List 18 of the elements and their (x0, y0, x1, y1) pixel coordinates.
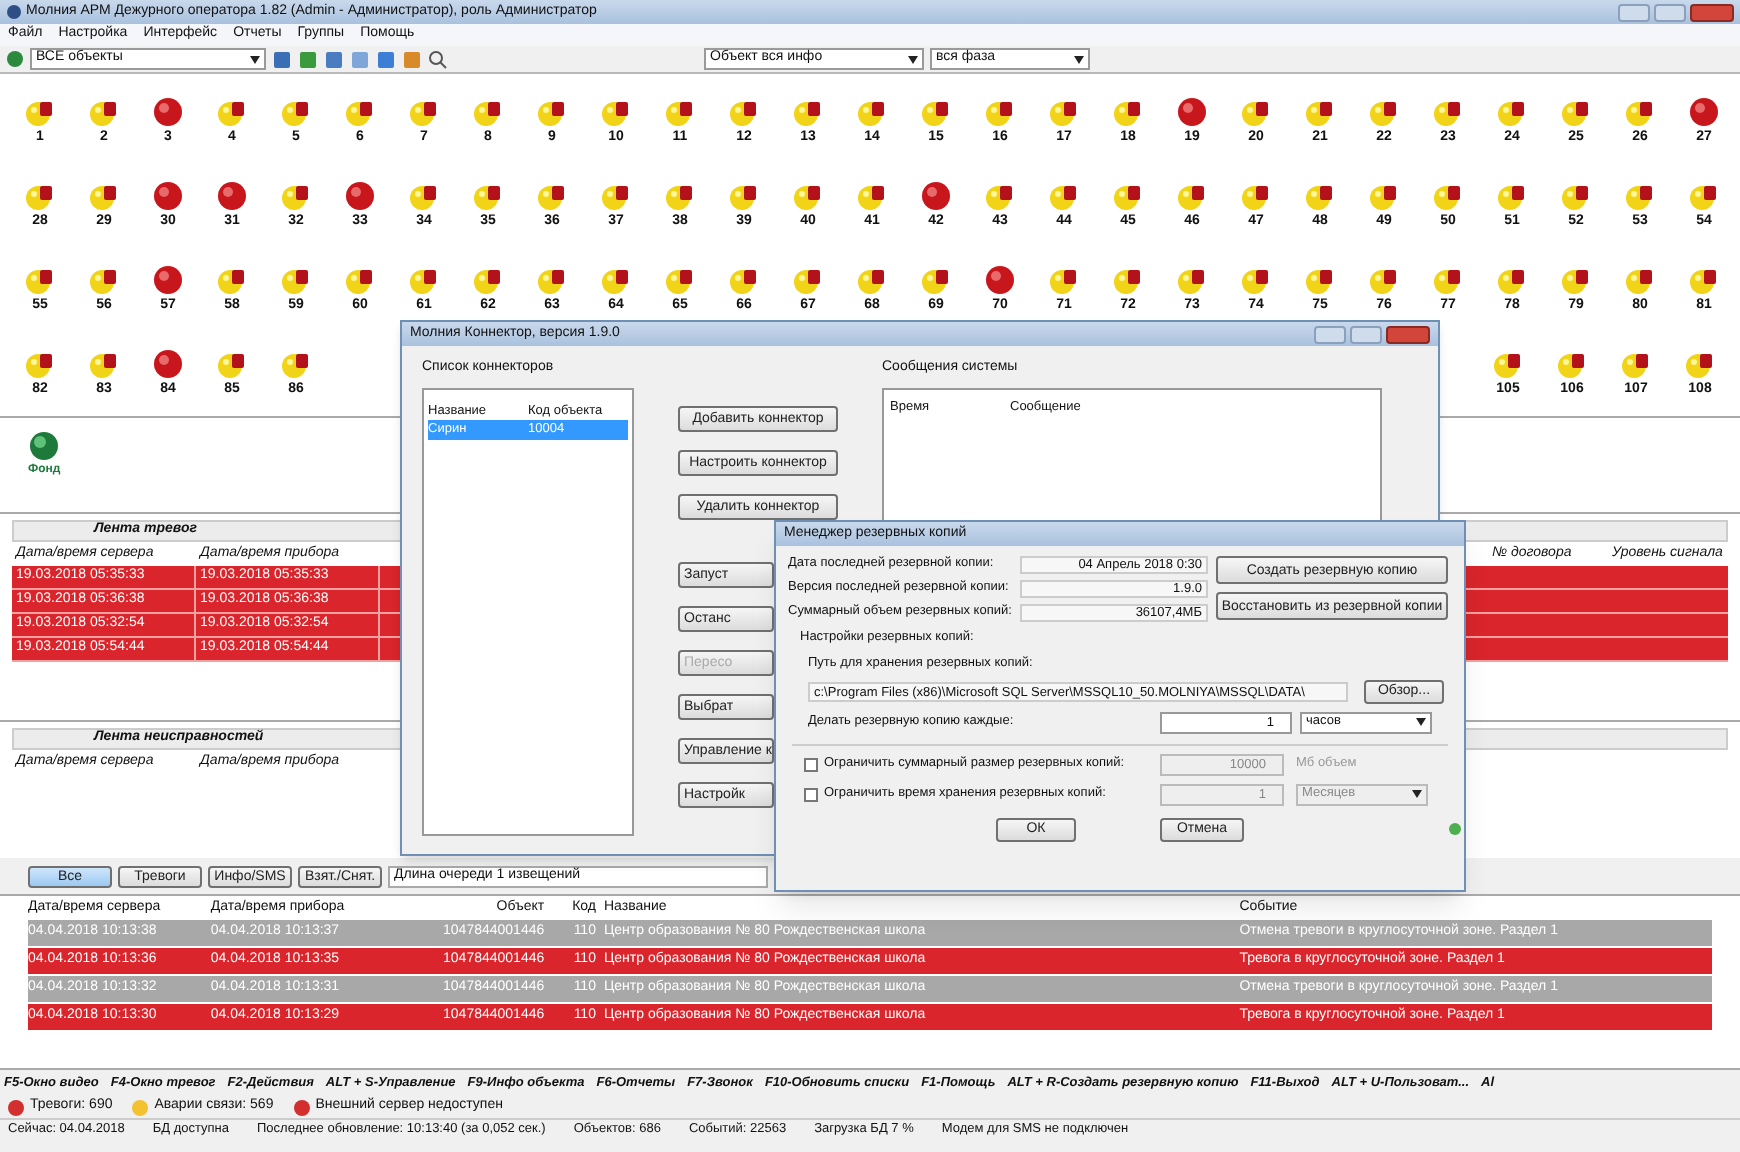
dropdown-arrow-icon (250, 55, 260, 63)
checkbox[interactable] (804, 787, 818, 801)
maximize-button[interactable] (1350, 325, 1382, 343)
group-icon (28, 430, 61, 462)
globe-icon (6, 50, 24, 68)
minimize-button[interactable] (1314, 325, 1346, 343)
app-icon (6, 4, 22, 20)
dropdown-arrow-icon (1074, 55, 1084, 63)
checkbox[interactable] (804, 757, 818, 771)
close-button[interactable] (1690, 3, 1734, 21)
status-icon (1448, 822, 1462, 836)
dropdown-arrow-icon (908, 55, 918, 63)
dropdown-arrow-icon (1412, 790, 1422, 798)
search-icon[interactable] (428, 49, 448, 69)
dropdown-arrow-icon (1416, 718, 1426, 726)
close-button[interactable] (1386, 325, 1430, 343)
minimize-button[interactable] (1618, 3, 1650, 21)
maximize-button[interactable] (1654, 3, 1686, 21)
